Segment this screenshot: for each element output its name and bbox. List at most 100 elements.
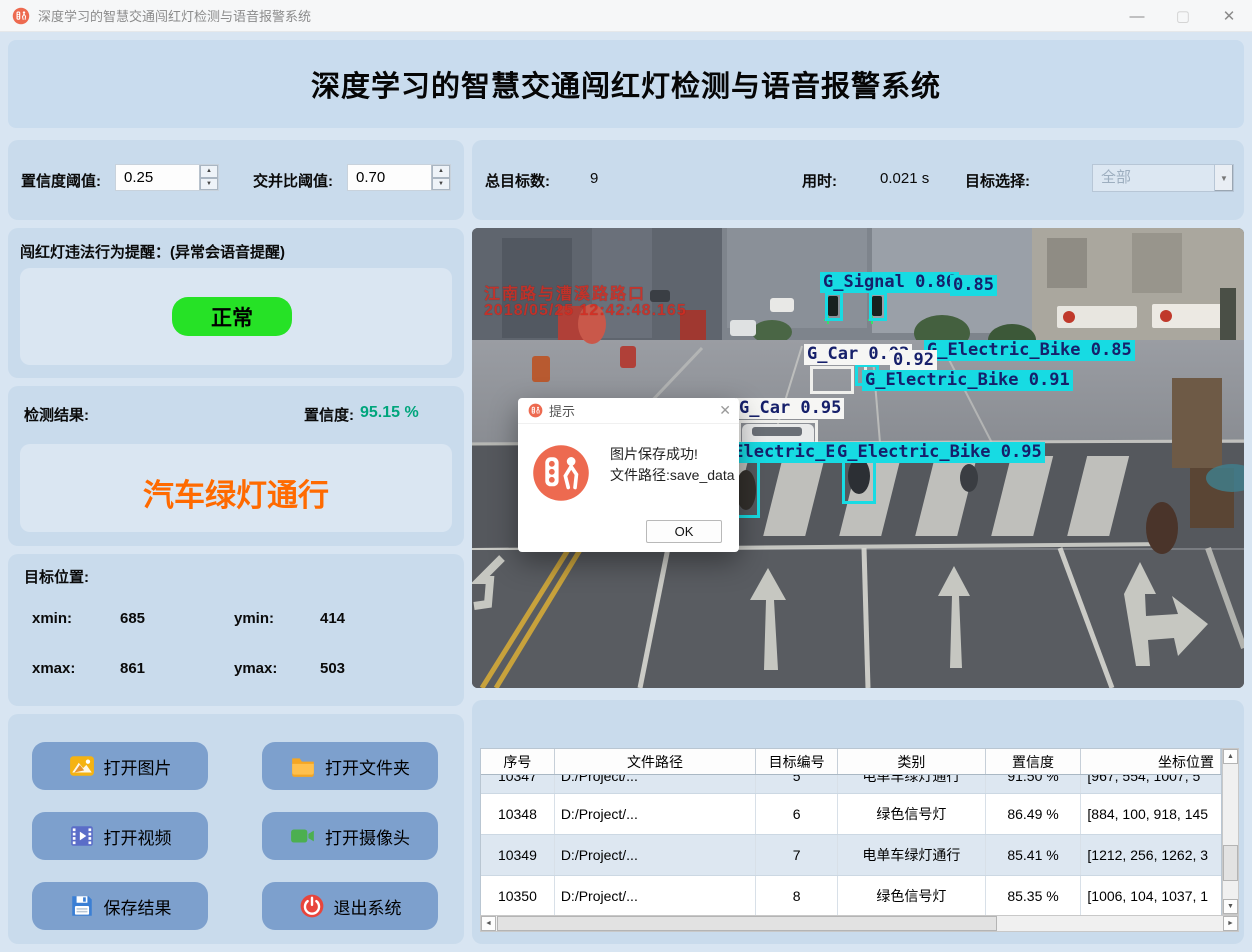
- header-banner: 深度学习的智慧交通闯红灯检测与语音报警系统: [8, 40, 1244, 128]
- open-camera-button[interactable]: 打开摄像头: [262, 812, 438, 860]
- cell-category: 电单车绿灯通行: [838, 835, 986, 875]
- minimize-button[interactable]: —: [1114, 0, 1160, 32]
- elapsed-time-value: 0.021 s: [880, 170, 929, 187]
- exit-system-button[interactable]: 退出系统: [262, 882, 438, 930]
- app-logo-icon: [12, 7, 30, 25]
- spin-up-icon[interactable]: ▲: [200, 165, 218, 178]
- video-icon: [69, 823, 95, 849]
- col-header-confidence[interactable]: 置信度: [986, 749, 1082, 774]
- ymax-label: ymax:: [234, 660, 277, 677]
- confidence-label: 置信度:: [304, 404, 354, 425]
- cell-confidence: 85.35 %: [986, 876, 1082, 916]
- dialog-titlebar: 提示 ✕: [518, 398, 739, 424]
- cell-category: 绿色信号灯: [838, 876, 986, 916]
- message-dialog: 提示 ✕ 图片保存成功! 文件路径:save_data OK: [518, 398, 739, 552]
- detection-box-signal: [825, 292, 843, 321]
- col-header-filepath[interactable]: 文件路径: [555, 749, 756, 774]
- target-select-value: 全部: [1093, 165, 1214, 191]
- conf-threshold-label: 置信度阈值:: [21, 170, 101, 191]
- horizontal-scrollbar[interactable]: ◄ ►: [480, 915, 1239, 932]
- scroll-up-icon[interactable]: ▲: [1223, 749, 1238, 764]
- open-image-label: 打开图片: [104, 754, 172, 779]
- maximize-button[interactable]: ▢: [1160, 0, 1206, 32]
- iou-threshold-value[interactable]: 0.70: [348, 165, 431, 190]
- page-title: 深度学习的智慧交通闯红灯检测与语音报警系统: [311, 63, 941, 105]
- table-row[interactable]: 10347 D:/Project/... 5 电单车绿灯通行 91.50 % […: [481, 775, 1221, 794]
- cell-index: 10350: [481, 876, 555, 916]
- col-header-coords[interactable]: 坐标位置: [1081, 749, 1221, 774]
- power-icon: [299, 893, 325, 919]
- open-video-button[interactable]: 打开视频: [32, 812, 208, 860]
- total-targets-label: 总目标数:: [485, 170, 550, 191]
- scroll-left-icon[interactable]: ◄: [481, 916, 496, 931]
- xmin-label: xmin:: [32, 610, 72, 627]
- ymin-value: 414: [320, 610, 345, 627]
- position-panel: 目标位置: xmin: 685 ymin: 414 xmax: 861 ymax…: [8, 554, 464, 706]
- table-row[interactable]: 10348 D:/Project/... 6 绿色信号灯 86.49 % [88…: [481, 794, 1221, 835]
- cell-confidence: 91.50 %: [986, 775, 1082, 794]
- table-row[interactable]: 10349 D:/Project/... 7 电单车绿灯通行 85.41 % […: [481, 835, 1221, 876]
- spin-up-icon[interactable]: ▲: [432, 165, 450, 178]
- cell-category: 绿色信号灯: [838, 794, 986, 834]
- xmin-value: 685: [120, 610, 145, 627]
- ymax-value: 503: [320, 660, 345, 677]
- spin-down-icon[interactable]: ▼: [432, 178, 450, 191]
- col-header-category[interactable]: 类别: [838, 749, 986, 774]
- cell-confidence: 85.41 %: [986, 835, 1082, 875]
- dialog-logo-icon: [528, 403, 543, 418]
- cell-index: 10349: [481, 835, 555, 875]
- col-header-target-id[interactable]: 目标编号: [756, 749, 838, 774]
- ok-button[interactable]: OK: [646, 520, 722, 543]
- cell-confidence: 86.49 %: [986, 794, 1082, 834]
- position-heading: 目标位置:: [24, 566, 89, 587]
- horizontal-scroll-thumb[interactable]: [497, 916, 997, 931]
- stats-panel: 总目标数: 9 用时: 0.021 s 目标选择: 全部 ▼: [472, 140, 1244, 220]
- spin-down-icon[interactable]: ▼: [200, 178, 218, 191]
- open-folder-button[interactable]: 打开文件夹: [262, 742, 438, 790]
- vertical-scrollbar[interactable]: ▲ ▼: [1222, 748, 1239, 915]
- cell-filepath: D:/Project/...: [555, 775, 756, 794]
- detection-box-signal: [869, 292, 887, 321]
- target-select-label: 目标选择:: [965, 170, 1030, 191]
- result-text-area: 汽车绿灯通行: [20, 444, 452, 532]
- results-table: 序号 文件路径 目标编号 类别 置信度 坐标位置 10347 D:/Projec…: [480, 748, 1222, 917]
- image-icon: [69, 753, 95, 779]
- detection-label: 0.92: [890, 350, 937, 371]
- target-select-dropdown[interactable]: 全部 ▼: [1092, 164, 1234, 192]
- open-folder-label: 打开文件夹: [325, 754, 410, 779]
- result-panel: 检测结果: 置信度: 95.15 % 汽车绿灯通行: [8, 386, 464, 546]
- save-results-button[interactable]: 保存结果: [32, 882, 208, 930]
- col-header-index[interactable]: 序号: [481, 749, 555, 774]
- cell-target-id: 6: [756, 794, 838, 834]
- iou-threshold-spinbox[interactable]: 0.70 ▲▼: [347, 164, 451, 191]
- open-image-button[interactable]: 打开图片: [32, 742, 208, 790]
- dialog-message-line2: 文件路径:save_data: [610, 465, 735, 486]
- xmax-label: xmax:: [32, 660, 75, 677]
- window-title: 深度学习的智慧交通闯红灯检测与语音报警系统: [38, 6, 311, 25]
- detection-label: G_Electric_Bike 0.85: [924, 340, 1135, 361]
- alert-panel: 闯红灯违法行为提醒：(异常会语音提醒) 正常: [8, 228, 464, 378]
- vertical-scroll-thumb[interactable]: [1223, 845, 1238, 881]
- cell-index: 10347: [481, 775, 555, 794]
- open-camera-label: 打开摄像头: [325, 824, 410, 849]
- cell-filepath: D:/Project/...: [555, 876, 756, 916]
- xmax-value: 861: [120, 660, 145, 677]
- alert-status-area: 正常: [20, 268, 452, 365]
- scroll-down-icon[interactable]: ▼: [1223, 899, 1238, 914]
- thresholds-panel: 置信度阈值: 0.25 ▲▼ 交并比阈值: 0.70 ▲▼: [8, 140, 464, 220]
- save-results-label: 保存结果: [104, 894, 172, 919]
- open-video-label: 打开视频: [104, 824, 172, 849]
- chevron-down-icon[interactable]: ▼: [1214, 165, 1233, 191]
- table-row[interactable]: 10350 D:/Project/... 8 绿色信号灯 85.35 % [10…: [481, 876, 1221, 916]
- cell-target-id: 7: [756, 835, 838, 875]
- cell-filepath: D:/Project/...: [555, 794, 756, 834]
- dialog-close-icon[interactable]: ✕: [719, 402, 731, 419]
- cell-coords: [1006, 104, 1037, 1: [1081, 876, 1221, 916]
- conf-threshold-spinbox[interactable]: 0.25 ▲▼: [115, 164, 219, 191]
- close-button[interactable]: ✕: [1206, 0, 1252, 32]
- dialog-message: 图片保存成功! 文件路径:save_data: [610, 444, 735, 486]
- conf-threshold-value[interactable]: 0.25: [116, 165, 199, 190]
- detection-label: 0.85: [950, 275, 997, 296]
- camera-icon: [290, 823, 316, 849]
- scroll-right-icon[interactable]: ►: [1223, 916, 1238, 931]
